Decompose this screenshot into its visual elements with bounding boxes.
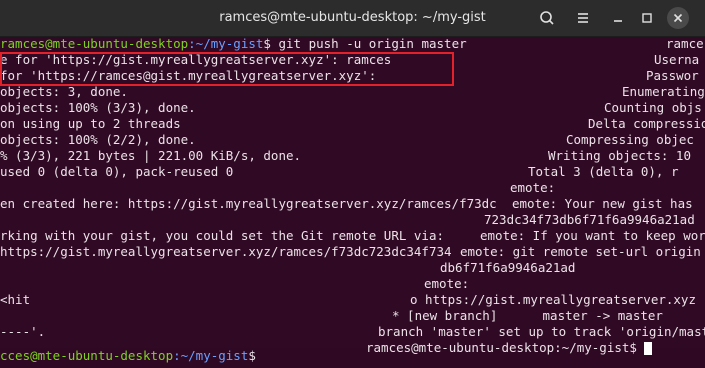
terminal-line-right: ramce <box>666 36 704 51</box>
terminal-line-right: 723dc34f73db6f71f6a9946a21ad <box>484 212 695 227</box>
prompt-text: ramces@mte-ubuntu-desktop:~/my-gist$ <box>366 340 637 355</box>
terminal-line: https://gist.myreallygreatserver.xyz/ram… <box>0 244 452 259</box>
prompt-user: cces@mte-ubuntu-desktop <box>0 348 174 363</box>
terminal-line-right: * [new branch] master -> master <box>392 308 663 323</box>
terminal-line-right: emote: If you want to keep wor <box>480 228 705 243</box>
terminal-line-right: emote: <box>510 180 556 195</box>
terminal-line-right: Userna <box>654 52 700 67</box>
hamburger-menu-icon[interactable] <box>572 7 594 29</box>
terminal-line-right: Counting objs <box>604 100 702 115</box>
close-icon[interactable] <box>667 7 689 29</box>
terminal-line: ----'. <box>0 324 46 339</box>
terminal-line-right: db6f71f6a9946a21ad <box>440 260 576 275</box>
credentials-highlight-box <box>0 52 454 86</box>
search-icon[interactable] <box>536 7 558 29</box>
terminal-line: objects: 3, done. <box>0 84 128 99</box>
terminal-line-right: emote: Your new gist has <box>512 196 693 211</box>
terminal-line: <hit <box>0 292 31 307</box>
terminal-line: on using up to 2 threads <box>0 116 181 131</box>
terminal-line-right: Compressing objec <box>566 132 694 147</box>
terminal-line-right: Passwor <box>646 68 699 83</box>
prompt-symbol: $ <box>248 348 256 363</box>
terminal-line-right: Enumerating <box>622 84 705 99</box>
terminal-line-git-push: ramces@mte-ubuntu-desktop:~/my-gist$ git… <box>0 36 467 52</box>
command-text: $ git push -u origin master <box>263 36 467 51</box>
terminal-line: % (3/3), 221 bytes | 221.00 KiB/s, done. <box>0 148 302 163</box>
prompt-path: :~/my-gist <box>173 348 249 363</box>
terminal-line-prompt: cces@mte-ubuntu-desktop:~/my-gist$ <box>0 348 256 364</box>
terminal-line: objects: 100% (3/3), done. <box>0 100 196 115</box>
window-title: ramces@mte-ubuntu-desktop: ~/my-gist <box>219 10 486 25</box>
terminal-line: en created here: https://gist.myreallygr… <box>0 196 497 211</box>
terminal-line: rking with your gist, you could set the … <box>0 228 445 243</box>
minimize-icon[interactable] <box>607 7 629 29</box>
prompt-path: :~/my-gist <box>188 36 264 51</box>
terminal-cursor <box>644 342 653 355</box>
maximize-icon[interactable] <box>636 7 658 29</box>
terminal-line-right: Total 3 (delta 0), r <box>528 164 679 179</box>
terminal-line-right: emote: git remote set-url origin <box>460 244 701 259</box>
prompt-user: ramces@mte-ubuntu-desktop <box>0 36 189 51</box>
terminal-line: objects: 100% (2/2), done. <box>0 132 196 147</box>
terminal-output[interactable]: ramces@mte-ubuntu-desktop:~/my-gist$ git… <box>0 36 705 368</box>
terminal-line: used 0 (delta 0), pack-reused 0 <box>0 164 234 179</box>
terminal-line-right: ramces@mte-ubuntu-desktop:~/my-gist$ <box>366 340 653 356</box>
terminal-line-right: Delta compressio <box>588 116 705 131</box>
terminal-line-right: emote: <box>424 276 470 291</box>
terminal-line-right: branch 'master' set up to track 'origin/… <box>378 324 705 339</box>
terminal-line-right: o https://gist.myreallygreatserver.xyz <box>410 292 696 307</box>
terminal-line-right: Writing objects: 10 <box>548 148 691 163</box>
window-titlebar: ramces@mte-ubuntu-desktop: ~/my-gist <box>0 0 705 37</box>
